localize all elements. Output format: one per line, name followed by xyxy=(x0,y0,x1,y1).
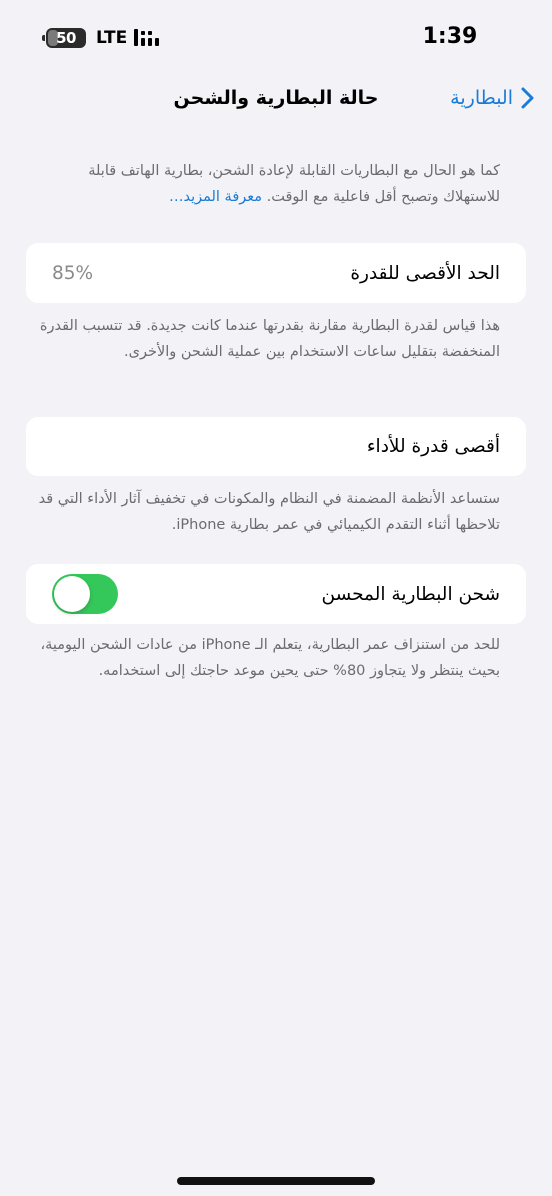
optimized-charging-row: شحن البطارية المحسن xyxy=(26,564,526,624)
intro-text: كما هو الحال مع البطاريات القابلة لإعادة… xyxy=(88,163,500,205)
battery-level: 50 xyxy=(56,29,76,47)
max-capacity-note: هذا قياس لقدرة البطارية مقارنة بقدرتها ع… xyxy=(39,318,500,360)
optimized-charging-note: للحد من استنزاف عمر البطارية، يتعلم الـ … xyxy=(40,637,500,679)
peak-performance-note: ستساعد الأنظمة المضمنة في النظام والمكون… xyxy=(38,491,500,533)
home-indicator[interactable] xyxy=(177,1177,375,1185)
network-type: LTE xyxy=(96,28,128,48)
optimized-charging-toggle[interactable] xyxy=(52,574,118,614)
max-capacity-label: الحد الأقصى للقدرة xyxy=(350,262,500,284)
peak-performance-row: أقصى قدرة للأداء xyxy=(26,417,526,476)
max-capacity-row: الحد الأقصى للقدرة 85% xyxy=(26,243,526,303)
intro-note: كما هو الحال مع البطاريات القابلة لإعادة… xyxy=(30,158,500,210)
chevron-back-icon xyxy=(521,87,534,109)
max-capacity-value: 85% xyxy=(52,262,94,284)
battery-icon: 50 xyxy=(42,28,86,48)
page-title: حالة البطارية والشحن xyxy=(173,87,379,109)
toggle-knob xyxy=(54,576,90,612)
status-time: 1:39 xyxy=(422,24,478,49)
peak-performance-label: أقصى قدرة للأداء xyxy=(366,436,500,457)
back-button[interactable]: البطارية xyxy=(450,84,534,112)
back-label: البطارية xyxy=(450,87,513,109)
optimized-charging-label: شحن البطارية المحسن xyxy=(321,583,500,605)
learn-more-link[interactable]: معرفة المزيد… xyxy=(169,189,262,205)
signal-icon xyxy=(134,29,159,46)
